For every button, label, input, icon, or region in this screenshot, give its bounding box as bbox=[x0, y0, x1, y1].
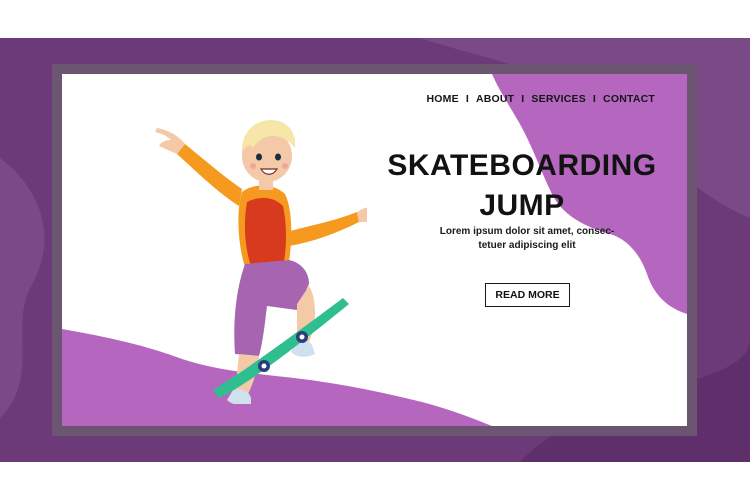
subtitle-line-2: tetuer adipiscing elit bbox=[478, 240, 576, 251]
nav-separator: I bbox=[521, 93, 525, 105]
title-line-2: JUMP bbox=[479, 189, 565, 222]
nav-contact-link[interactable]: CONTACT bbox=[603, 93, 655, 105]
page-title: SKATEBOARDING JUMP bbox=[362, 146, 682, 226]
skateboarder-illustration bbox=[155, 120, 367, 404]
title-line-1: SKATEBOARDING bbox=[387, 149, 657, 182]
nav-about-link[interactable]: ABOUT bbox=[476, 93, 514, 105]
nav-home-link[interactable]: HOME bbox=[427, 93, 459, 105]
nav-services-link[interactable]: SERVICES bbox=[531, 93, 586, 105]
top-nav: HOME I ABOUT I SERVICES I CONTACT bbox=[427, 93, 656, 105]
nav-separator: I bbox=[592, 93, 597, 105]
hero-subtitle: Lorem ipsum dolor sit amet, consec- tetu… bbox=[417, 225, 637, 253]
hero-card: HOME I ABOUT I SERVICES I CONTACT SKATEB… bbox=[62, 74, 687, 426]
skateboard-icon bbox=[213, 298, 349, 398]
read-more-button[interactable]: READ MORE bbox=[485, 283, 570, 307]
subtitle-line-1: Lorem ipsum dolor sit amet, consec- bbox=[439, 226, 615, 237]
nav-separator: I bbox=[465, 93, 469, 105]
